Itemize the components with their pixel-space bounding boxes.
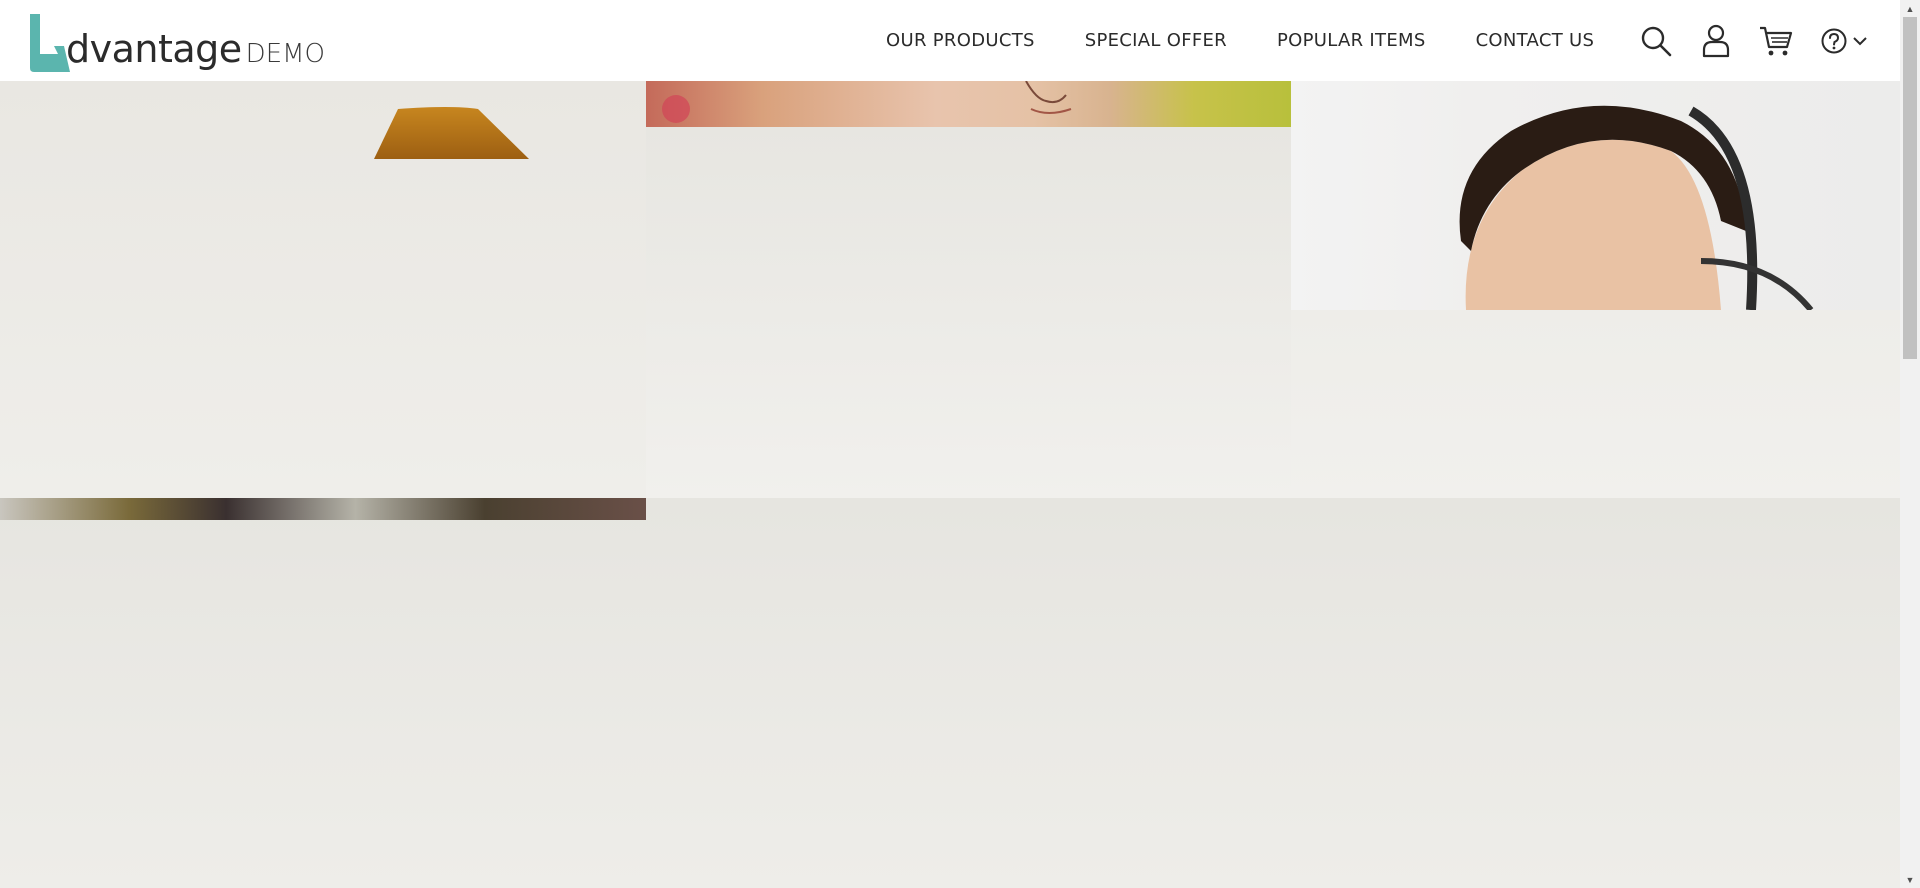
vertical-scrollbar[interactable]: ▲ ▼ <box>1900 0 1920 888</box>
logo-suffix: DEMO <box>245 39 326 69</box>
scroll-up-arrow-icon[interactable]: ▲ <box>1900 0 1920 17</box>
header-icons <box>1636 0 1892 81</box>
nav-popular-items[interactable]: POPULAR ITEMS <box>1277 30 1426 51</box>
cart-icon <box>1760 26 1793 55</box>
search-button[interactable] <box>1636 21 1676 61</box>
scroll-down-arrow-icon[interactable]: ▼ <box>1900 871 1920 888</box>
cart-button[interactable] <box>1756 21 1796 61</box>
promo-tile-headphones[interactable] <box>1291 81 1900 310</box>
logo-text: dvantage <box>66 27 242 71</box>
woman-image <box>662 81 1072 123</box>
promo-tile-lamp[interactable] <box>0 81 646 498</box>
logo-mark-icon <box>28 14 70 72</box>
scrollbar-thumb[interactable] <box>1903 17 1917 359</box>
main-nav: OUR PRODUCTS SPECIAL OFFER POPULAR ITEMS… <box>870 0 1644 81</box>
promo-banner-bottom[interactable] <box>0 498 1900 888</box>
man-with-headphones-image <box>1459 105 1814 310</box>
page: dvantage DEMO OUR PRODUCTS SPECIAL OFFER… <box>0 0 1920 888</box>
promo-tile-woman[interactable] <box>646 81 1291 127</box>
logo[interactable]: dvantage DEMO <box>28 12 325 72</box>
user-icon <box>1702 24 1730 57</box>
help-icon <box>1821 28 1847 53</box>
lamp-shade-image <box>374 107 529 159</box>
user-account-button[interactable] <box>1696 21 1736 61</box>
promo-tile-center[interactable] <box>646 127 1291 498</box>
nav-special-offer[interactable]: SPECIAL OFFER <box>1085 30 1227 51</box>
site-header: dvantage DEMO OUR PRODUCTS SPECIAL OFFER… <box>0 0 1900 81</box>
search-icon <box>1641 26 1672 56</box>
promo-image-strip[interactable] <box>0 498 646 520</box>
nav-our-products[interactable]: OUR PRODUCTS <box>886 30 1035 51</box>
promo-tile-right-lower[interactable] <box>1291 310 1900 498</box>
nav-contact-us[interactable]: CONTACT US <box>1476 30 1595 51</box>
chevron-down-icon <box>1853 36 1867 45</box>
help-menu-button[interactable] <box>1816 21 1872 61</box>
